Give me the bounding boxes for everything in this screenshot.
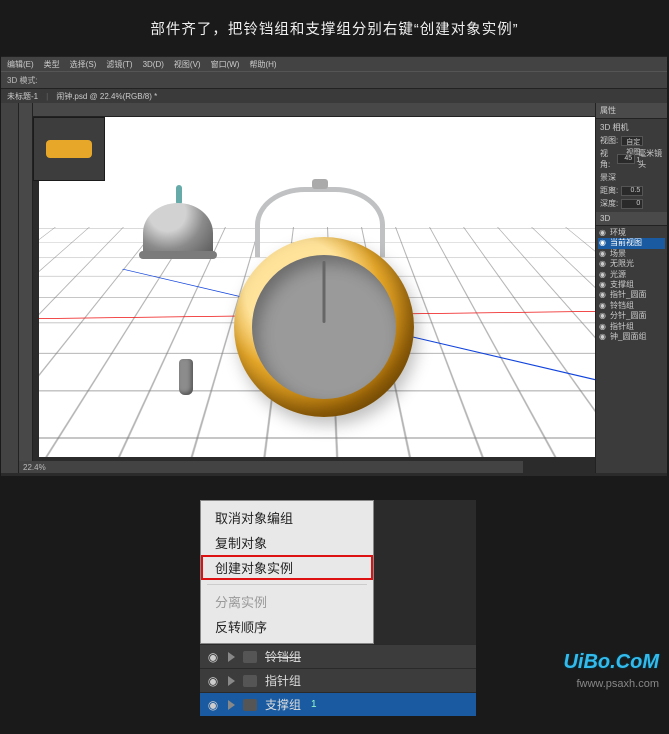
tree-row[interactable]: ◉指针_圆面 bbox=[598, 290, 665, 300]
toolbox[interactable] bbox=[1, 103, 19, 473]
tree-row[interactable]: ◉钟_圆面组 bbox=[598, 332, 665, 342]
expand-icon[interactable] bbox=[228, 700, 235, 710]
expand-icon[interactable] bbox=[228, 652, 235, 662]
menu-item[interactable]: 选择(S) bbox=[70, 59, 97, 70]
layer-label: 支撑组 bbox=[265, 696, 301, 713]
menu-bar[interactable]: 编辑(E) 类型 选择(S) 滤镜(T) 3D(D) 视图(V) 窗口(W) 帮… bbox=[1, 57, 667, 71]
context-menu[interactable]: 取消对象编组 复制对象 创建对象实例 分离实例 反转顺序 bbox=[200, 500, 374, 644]
visibility-icon[interactable]: ◉ bbox=[599, 238, 607, 248]
watermark: UiBo.CoM bbox=[563, 651, 659, 674]
options-label: 3D 模式: bbox=[7, 75, 38, 86]
visibility-icon[interactable]: ◉ bbox=[599, 270, 607, 280]
depth-input[interactable]: 0 bbox=[621, 199, 643, 209]
visibility-icon[interactable]: ◉ bbox=[206, 650, 220, 664]
tree-row[interactable]: ◉铃铛组 bbox=[598, 301, 665, 311]
doc-tab-active[interactable]: 闹钟.psd @ 22.4%(RGB/8) * bbox=[56, 91, 157, 102]
tree-row[interactable]: ◉分针_圆面 bbox=[598, 311, 665, 321]
ctx-duplicate[interactable]: 复制对象 bbox=[201, 530, 373, 555]
visibility-icon[interactable]: ◉ bbox=[599, 290, 607, 300]
ruler-vertical bbox=[19, 103, 33, 473]
visibility-icon[interactable]: ◉ bbox=[599, 322, 607, 332]
scene-3d[interactable] bbox=[39, 117, 595, 457]
canvas-area[interactable]: 22.4% bbox=[19, 103, 595, 473]
watermark-sub: fwww.psaxh.com bbox=[576, 678, 659, 690]
menu-item[interactable]: 视图(V) bbox=[174, 59, 201, 70]
options-bar: 3D 模式: bbox=[1, 71, 667, 89]
distance-input[interactable]: 0.5 bbox=[621, 186, 643, 196]
menu-item[interactable]: 类型 bbox=[44, 59, 60, 70]
menu-item[interactable]: 滤镜(T) bbox=[106, 59, 132, 70]
tree-row[interactable]: ◉环境 bbox=[598, 228, 665, 238]
visibility-icon[interactable]: ◉ bbox=[599, 249, 607, 259]
ctx-create-instance[interactable]: 创建对象实例 bbox=[201, 555, 373, 580]
properties-panel: 3D 相机 视图:自定视图 1 视角:45毫米镜头 景深 距离:0.5 深度:0 bbox=[596, 119, 667, 212]
layer-row-support[interactable]: ◉ 支撑组 1 bbox=[200, 692, 476, 716]
camera-type: 3D 相机 bbox=[600, 121, 663, 134]
layer-label: 铃铛组 bbox=[265, 648, 301, 665]
layer-row-hands[interactable]: ◉ 指针组 bbox=[200, 668, 476, 692]
folder-icon bbox=[243, 675, 257, 687]
fov-input[interactable]: 45 bbox=[617, 154, 635, 164]
bell-stalk bbox=[176, 185, 182, 205]
menu-separator bbox=[207, 584, 367, 585]
expand-icon[interactable] bbox=[228, 676, 235, 686]
visibility-icon[interactable]: ◉ bbox=[599, 259, 607, 269]
layer-rows[interactable]: ◉ 铃铛组 ◉ 指针组 ◉ 支撑组 1 bbox=[200, 644, 476, 716]
ctx-reverse-order[interactable]: 反转顺序 bbox=[201, 614, 373, 639]
panels: 属性 3D 相机 视图:自定视图 1 视角:45毫米镜头 景深 距离:0.5 深… bbox=[595, 103, 667, 473]
clock-body bbox=[234, 237, 414, 417]
visibility-icon[interactable]: ◉ bbox=[206, 698, 220, 712]
tree-row[interactable]: ◉指针组 bbox=[598, 322, 665, 332]
swatch-icon bbox=[46, 140, 92, 158]
clock-hand bbox=[323, 261, 326, 323]
tree-row[interactable]: ◉光源 bbox=[598, 270, 665, 280]
menu-item[interactable]: 窗口(W) bbox=[211, 59, 240, 70]
properties-panel-title[interactable]: 属性 bbox=[596, 103, 667, 119]
workspace: 22.4% 属性 3D 相机 视图:自定视图 1 视角:45毫米镜头 景深 距离… bbox=[1, 103, 667, 473]
3d-scene-tree[interactable]: ◉环境 ◉当前视图 ◉场景 ◉无限光 ◉光源 ◉支撑组 ◉指针_圆面 ◉铃铛组 … bbox=[596, 226, 667, 344]
layer-row-bell[interactable]: ◉ 铃铛组 bbox=[200, 644, 476, 668]
instance-count: 1 bbox=[311, 699, 317, 710]
doc-tab[interactable]: 未标题-1 bbox=[7, 91, 38, 102]
instruction-caption: 部件齐了，把铃铛组和支撑组分别右键“创建对象实例” bbox=[0, 0, 669, 55]
document-tabs[interactable]: 未标题-1 | 闹钟.psd @ 22.4%(RGB/8) * bbox=[1, 89, 667, 103]
menu-item[interactable]: 3D(D) bbox=[143, 60, 164, 69]
ruler-horizontal bbox=[19, 103, 595, 117]
zoom-indicator: 22.4% bbox=[19, 461, 523, 473]
clock-foot bbox=[179, 359, 193, 395]
tree-row[interactable]: ◉场景 bbox=[598, 249, 665, 259]
folder-icon bbox=[243, 651, 257, 663]
view-dropdown[interactable]: 自定视图 1 bbox=[621, 136, 643, 146]
bell-icon bbox=[143, 203, 213, 253]
visibility-icon[interactable]: ◉ bbox=[599, 332, 607, 342]
visibility-icon[interactable]: ◉ bbox=[599, 301, 607, 311]
viewport-3d[interactable] bbox=[33, 117, 595, 459]
visibility-icon[interactable]: ◉ bbox=[599, 280, 607, 290]
tree-row[interactable]: ◉支撑组 bbox=[598, 280, 665, 290]
ctx-detach-instance: 分离实例 bbox=[201, 589, 373, 614]
3d-panel-title[interactable]: 3D bbox=[596, 212, 667, 226]
menu-item[interactable]: 编辑(E) bbox=[7, 59, 34, 70]
tree-row[interactable]: ◉当前视图 bbox=[598, 238, 665, 248]
secondary-view[interactable] bbox=[33, 117, 105, 181]
handle-button bbox=[312, 179, 328, 189]
visibility-icon[interactable]: ◉ bbox=[599, 228, 607, 238]
tree-row[interactable]: ◉无限光 bbox=[598, 259, 665, 269]
app-window: 编辑(E) 类型 选择(S) 滤镜(T) 3D(D) 视图(V) 窗口(W) 帮… bbox=[1, 56, 667, 476]
menu-item[interactable]: 帮助(H) bbox=[249, 59, 276, 70]
visibility-icon[interactable]: ◉ bbox=[206, 674, 220, 688]
detail-inset: 取消对象编组 复制对象 创建对象实例 分离实例 反转顺序 ◉ 铃铛组 ◉ 指针组… bbox=[200, 500, 476, 716]
ctx-ungroup[interactable]: 取消对象编组 bbox=[201, 505, 373, 530]
visibility-icon[interactable]: ◉ bbox=[599, 311, 607, 321]
folder-icon bbox=[243, 699, 257, 711]
layer-label: 指针组 bbox=[265, 672, 301, 689]
